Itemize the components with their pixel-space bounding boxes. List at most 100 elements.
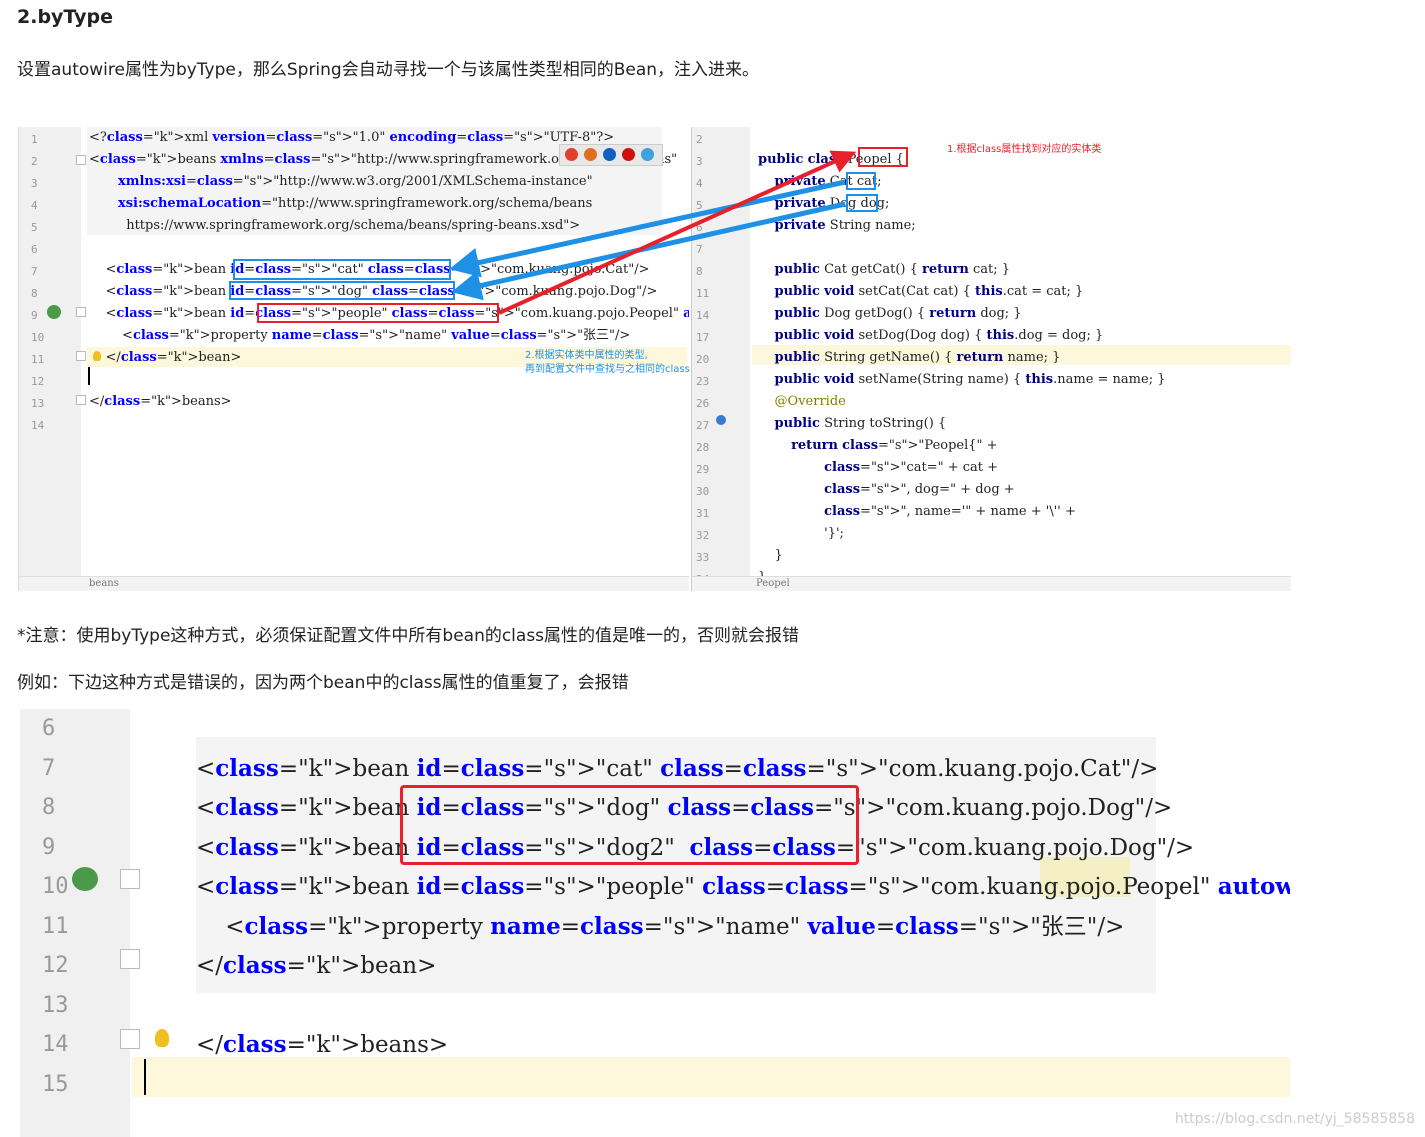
- line-number: 6: [31, 243, 38, 256]
- line-number: 7: [696, 243, 703, 256]
- line-number: 15: [42, 1071, 69, 1097]
- java-breadcrumb-bar: Peopel: [692, 576, 1291, 591]
- java-editor-pane: 23456781114172023262728293031323334 publ…: [691, 127, 1291, 591]
- duplicate-class-highlight: [400, 785, 859, 865]
- code-line: }: [758, 548, 783, 563]
- code-line: <?class="k">xml version=class="s">"1.0" …: [89, 130, 615, 145]
- lightbulb-icon[interactable]: [93, 351, 101, 361]
- code-line: class="s">", dog=" + dog +: [824, 482, 1015, 497]
- xml-breadcrumb-bar: beans: [19, 576, 689, 591]
- code-line: public Dog getDog() { return dog; }: [774, 306, 1022, 321]
- line-number: 26: [696, 397, 710, 410]
- line-number: 33: [696, 551, 710, 564]
- chrome-icon[interactable]: [565, 148, 578, 161]
- code-line: return class="s">"Peopel{" +: [791, 438, 998, 453]
- code-line: public void setCat(Cat cat) { this.cat =…: [774, 284, 1084, 299]
- fold-icon[interactable]: [76, 155, 86, 165]
- code-line: xsi:schemaLocation="http://www.springfra…: [117, 196, 593, 211]
- code-line: <class="k">property name=class="s">"name…: [89, 328, 631, 343]
- line-number: 13: [31, 397, 45, 410]
- code-line: public void setName(String name) { this.…: [774, 372, 1166, 387]
- line-number: 8: [42, 795, 56, 820]
- line-number: 2: [696, 133, 703, 146]
- editor-gutter: [20, 709, 130, 1137]
- line-number: 1: [31, 133, 38, 146]
- line-number: 4: [31, 199, 38, 212]
- people-class-highlight: [257, 303, 499, 323]
- xml-tab-label: beans: [89, 578, 119, 589]
- fold-icon[interactable]: [76, 307, 86, 317]
- code-line: public String toString() {: [774, 416, 947, 431]
- line-number: 23: [696, 375, 710, 388]
- screenshot-ide-split: 1 2 3 4 5 6 7 8 9 10 11 12 13 14 <?class="k">xml vers…: [18, 127, 1291, 591]
- line-number: 12: [31, 375, 45, 388]
- code-line: public Cat getCat() { return cat; }: [774, 262, 1011, 277]
- firefox-icon[interactable]: [584, 148, 597, 161]
- line-number: 30: [696, 485, 710, 498]
- line-number: 3: [696, 155, 703, 168]
- code-line: </class="k">bean>: [196, 952, 437, 979]
- note-step2-line2: 再到配置文件中查找与之相同的class: [525, 364, 690, 375]
- browser-preview-toolbar: [559, 144, 663, 166]
- line-number: 27: [696, 419, 710, 432]
- line-number: 14: [31, 419, 45, 432]
- line-number: 11: [31, 353, 45, 366]
- line-number: 14: [42, 1032, 69, 1057]
- dog-type-highlight: [846, 194, 878, 212]
- code-line: xmlns:xsi=class="s">"http://www.w3.org/2…: [117, 174, 593, 189]
- line-number: 14: [696, 309, 710, 322]
- line-number: 28: [696, 441, 710, 454]
- line-number: 29: [696, 463, 710, 476]
- intro-paragraph: 设置autowire属性为byType，那么Spring会自动寻找一个与该属性类…: [17, 60, 760, 80]
- line-number: 12: [42, 953, 69, 978]
- code-line: <class="k">bean id=class="s">"people" cl…: [196, 873, 1290, 900]
- fold-icon[interactable]: [120, 1029, 140, 1049]
- xml-gutter: [19, 127, 81, 591]
- line-number: 7: [31, 265, 38, 278]
- line-number: 11: [42, 913, 69, 939]
- fold-icon[interactable]: [120, 949, 140, 969]
- code-line: '}';: [758, 526, 844, 541]
- edge-icon[interactable]: [641, 148, 654, 161]
- line-number: 9: [42, 834, 56, 860]
- fold-icon[interactable]: [76, 351, 86, 361]
- safari-icon[interactable]: [603, 148, 616, 161]
- watermark: https://blog.csdn.net/yj_58585858: [1174, 1111, 1415, 1127]
- java-tab-label: Peopel: [756, 578, 790, 589]
- bean-gutter-icon[interactable]: [47, 305, 61, 319]
- line-number: 9: [31, 309, 38, 322]
- line-number: 6: [42, 716, 56, 741]
- cat-class-highlight: [233, 259, 451, 280]
- section-heading: 2.byType: [17, 6, 114, 28]
- line-number: 32: [696, 529, 710, 542]
- line-number: 5: [31, 221, 38, 234]
- caret: [144, 1059, 146, 1095]
- dog-class-highlight: [229, 281, 455, 300]
- code-line: <class="k">bean id=class="s">"cat" class…: [196, 754, 1159, 782]
- bean-gutter-icon[interactable]: [72, 867, 98, 891]
- note-step1: 1.根据class属性找到对应的实体类: [947, 144, 1102, 155]
- code-line: https://www.springframework.org/schema/b…: [89, 218, 581, 233]
- caret: [88, 367, 90, 385]
- line-number: 2: [31, 155, 38, 168]
- peopel-classname-highlight: [858, 147, 908, 167]
- fold-icon[interactable]: [76, 395, 86, 405]
- notice-paragraph: *注意：使用byType这种方式，必须保证配置文件中所有bean的class属性…: [17, 626, 800, 646]
- line-number: 8: [696, 265, 703, 278]
- opera-icon[interactable]: [622, 148, 635, 161]
- fold-icon[interactable]: [120, 869, 140, 889]
- code-line: </class="k">beans>: [196, 1031, 449, 1058]
- line-number: 13: [42, 992, 69, 1018]
- lightbulb-icon[interactable]: [155, 1029, 169, 1047]
- note-step2-line1: 2.根据实体类中属性的类型,: [525, 350, 648, 361]
- line-number: 10: [31, 331, 45, 344]
- example-paragraph: 例如：下边这种方式是错误的，因为两个bean中的class属性的值重复了，会报错: [17, 673, 629, 693]
- line-number: 31: [696, 507, 710, 520]
- line-number: 3: [31, 177, 38, 190]
- line-number: 8: [31, 287, 38, 300]
- line-number: 17: [696, 331, 710, 344]
- code-line: </class="k">beans>: [89, 394, 232, 409]
- code-line: <class="k">property name=class="s">"name…: [196, 912, 1125, 940]
- code-line: @Override: [774, 394, 846, 409]
- override-gutter-icon[interactable]: [716, 415, 726, 425]
